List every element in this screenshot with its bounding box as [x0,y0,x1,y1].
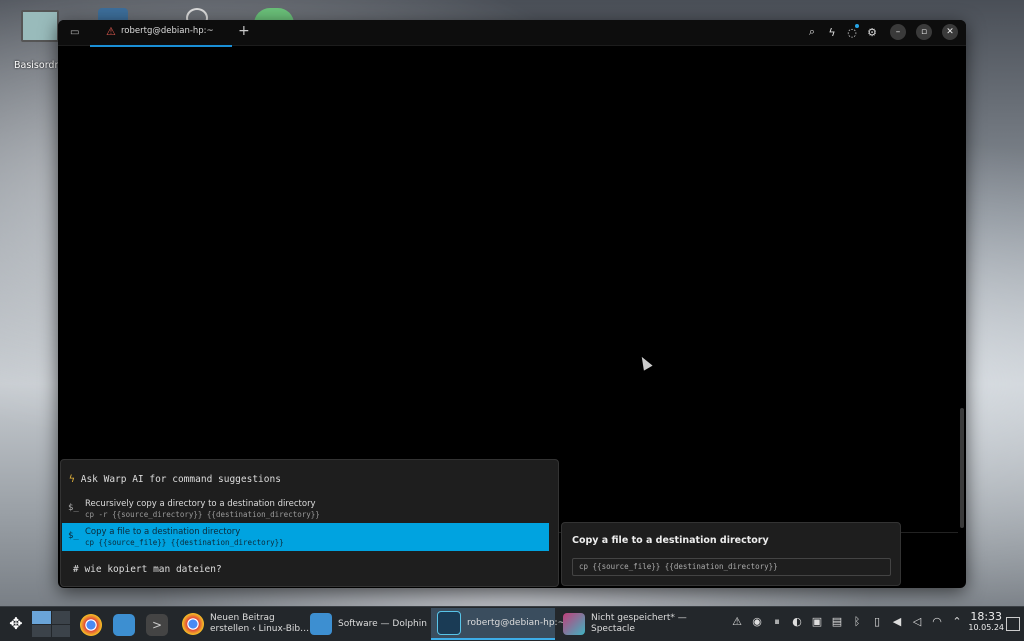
task-label: Neuen Beitrag erstellen ‹ Linux-Bib… [210,613,310,634]
close-button[interactable]: ✕ [942,24,958,40]
show-desktop-icon[interactable] [1006,617,1020,631]
ai-query-input[interactable]: # wie kopiert man dateien? [73,564,222,575]
bluetooth-icon[interactable]: ᛒ [850,615,864,631]
gear-icon[interactable]: ⚙ [864,24,880,40]
terminal-tab[interactable]: ⚠ robertg@debian-hp:~ [90,20,232,47]
suggestion-title: Copy a file to a destination directory [85,527,241,537]
new-tab-button[interactable]: + [238,23,250,39]
task-dolphin[interactable]: Software — Dolphin [304,608,430,640]
warp-icon [437,611,461,635]
maximize-button[interactable]: ▫ [916,24,932,40]
detail-command[interactable]: cp {{source_file}} {{destination_directo… [572,558,891,576]
scrollbar[interactable] [960,408,964,528]
prompt-icon: $_ [68,531,79,541]
kde-connect-icon[interactable]: ◐ [790,615,804,631]
title-bar: ▭ ⚠ robertg@debian-hp:~ + ⌕ ϟ ◌ ⚙ – ▫ ✕ [58,20,966,47]
wifi-icon[interactable]: ◠ [930,615,944,631]
clock-date: 10.05.24 [968,623,1004,632]
ai-popup-header-text: Ask Warp AI for command suggestions [80,474,281,485]
command-detail-panel: Copy a file to a destination directory c… [561,522,901,586]
lightning-icon: ϟ [69,474,75,485]
desktop-4[interactable] [51,624,70,637]
tabs-panel-icon[interactable]: ▭ [70,27,79,38]
mouse-cursor [637,354,653,371]
folder-icon [310,613,332,635]
prompt-icon: $_ [68,503,79,513]
desktop-1[interactable] [32,611,51,624]
task-warp[interactable]: robertg@debian-hp:~ [431,608,565,640]
clock-time: 18:33 [970,610,1003,623]
update-icon[interactable]: ◉ [750,615,764,631]
battery-icon[interactable]: ▯ [870,615,884,631]
disk-icon[interactable]: ▣ [810,615,824,631]
task-label: robertg@debian-hp:~ [467,617,566,628]
spectacle-icon [563,613,585,635]
ai-popup-header: ϟ Ask Warp AI for command suggestions [69,474,281,485]
task-label: Nicht gespeichert* — Spectacle [591,613,687,634]
desktop-2[interactable] [51,611,70,624]
detail-title: Copy a file to a destination directory [572,535,769,546]
suggestion-command: cp -r {{source_directory}} {{destination… [85,510,320,519]
suggestion-item[interactable]: $_ Recursively copy a directory to a des… [62,495,549,523]
warning-icon: ⚠ [106,25,116,38]
application-launcher-icon[interactable]: ✥ [6,614,26,634]
suggestion-command: cp {{source_file}} {{destination_directo… [85,538,284,547]
terminal-icon[interactable]: > [146,614,168,636]
chrome-icon[interactable] [80,614,102,636]
tab-title: robertg@debian-hp:~ [121,26,214,36]
virtual-desktop-pager[interactable] [32,611,70,637]
task-chrome[interactable]: Neuen Beitrag erstellen ‹ Linux-Bib… [176,608,309,640]
task-spectacle[interactable]: Nicht gespeichert* — Spectacle [557,608,687,640]
lightning-icon[interactable]: ϟ [824,24,840,40]
chrome-icon [182,613,204,635]
clipboard-icon[interactable]: ▤ [830,615,844,631]
media-pause-icon[interactable]: ⏸ [770,615,784,631]
chevron-up-icon[interactable]: ⌃ [950,615,964,631]
speaker-icon[interactable]: ◁ [910,615,924,631]
suggestion-title: Recursively copy a directory to a destin… [85,499,316,509]
computer-icon [21,10,59,42]
desktop-3[interactable] [32,624,51,637]
suggestion-item-selected[interactable]: $_ Copy a file to a destination director… [62,523,549,551]
ai-suggestions-popup: ϟ Ask Warp AI for command suggestions $_ … [60,459,559,587]
clock[interactable]: 18:33 10.05.24 [968,610,1004,632]
warp-terminal-window[interactable]: ▭ ⚠ robertg@debian-hp:~ + ⌕ ϟ ◌ ⚙ – ▫ ✕ … [58,20,966,588]
notifications-icon[interactable]: ⚠ [730,615,744,631]
search-icon[interactable]: ⌕ [804,24,820,40]
lightbulb-icon[interactable]: ◌ [844,24,860,40]
volume-icon[interactable]: ◀ [890,615,904,631]
minimize-button[interactable]: – [890,24,906,40]
system-tray: ⚠ ◉ ⏸ ◐ ▣ ▤ ᛒ ▯ ◀ ◁ ◠ ⌃ [730,615,964,631]
task-label: Software — Dolphin [338,618,427,629]
folder-icon[interactable] [113,614,135,636]
taskbar: ✥ > Neuen Beitrag erstellen ‹ Linux-Bib… … [0,606,1024,641]
